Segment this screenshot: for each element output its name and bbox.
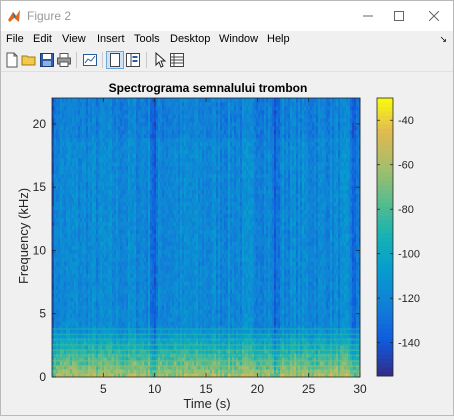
menu-window[interactable]: Window [219, 33, 258, 45]
hide-plot-tools-icon[interactable] [106, 51, 124, 69]
save-icon[interactable] [39, 52, 55, 68]
menu-view[interactable]: View [62, 33, 86, 45]
menu-edit[interactable]: Edit [33, 33, 52, 45]
menu-bar: File Edit View Insert Tools Desktop Wind… [1, 31, 453, 49]
toolbar-separator [146, 52, 147, 68]
maximize-button[interactable] [382, 5, 416, 27]
menu-file[interactable]: File [6, 33, 24, 45]
close-icon [428, 10, 440, 22]
dock-arrow-icon[interactable]: ↘ [439, 34, 447, 45]
maximize-icon [394, 11, 404, 21]
figure-canvas: Spectrograma semnalului trombon 5 10 15 20 2… [2, 72, 453, 415]
chart-svg: Spectrograma semnalului trombon 5 10 15 20 2… [16, 81, 420, 411]
toolbar-separator [76, 52, 77, 68]
menu-help[interactable]: Help [267, 33, 290, 45]
menu-insert[interactable]: Insert [97, 33, 125, 45]
figure-window: Figure 2 File Edit View Insert Tools Des… [0, 0, 454, 416]
new-figure-icon[interactable] [4, 52, 20, 68]
toolbar [1, 49, 453, 72]
minimize-icon [363, 15, 373, 17]
link-plot-icon[interactable] [82, 52, 98, 68]
show-plot-tools-icon[interactable] [125, 52, 141, 68]
title-bar: Figure 2 [1, 1, 453, 31]
spectrogram-plot-area[interactable] [52, 98, 361, 378]
close-button[interactable] [417, 5, 451, 27]
window-title: Figure 2 [27, 9, 72, 23]
edit-plot-arrow-icon[interactable] [152, 52, 168, 68]
menu-tools[interactable]: Tools [134, 33, 160, 45]
property-inspector-icon[interactable] [169, 52, 185, 68]
chart-title: Spectrograma semnalului trombon [109, 81, 308, 95]
minimize-button[interactable] [351, 5, 385, 27]
toolbar-separator [102, 52, 103, 68]
open-file-icon[interactable] [21, 52, 37, 68]
matlab-icon [8, 10, 20, 22]
print-icon[interactable] [56, 52, 72, 68]
menu-desktop[interactable]: Desktop [170, 33, 210, 45]
